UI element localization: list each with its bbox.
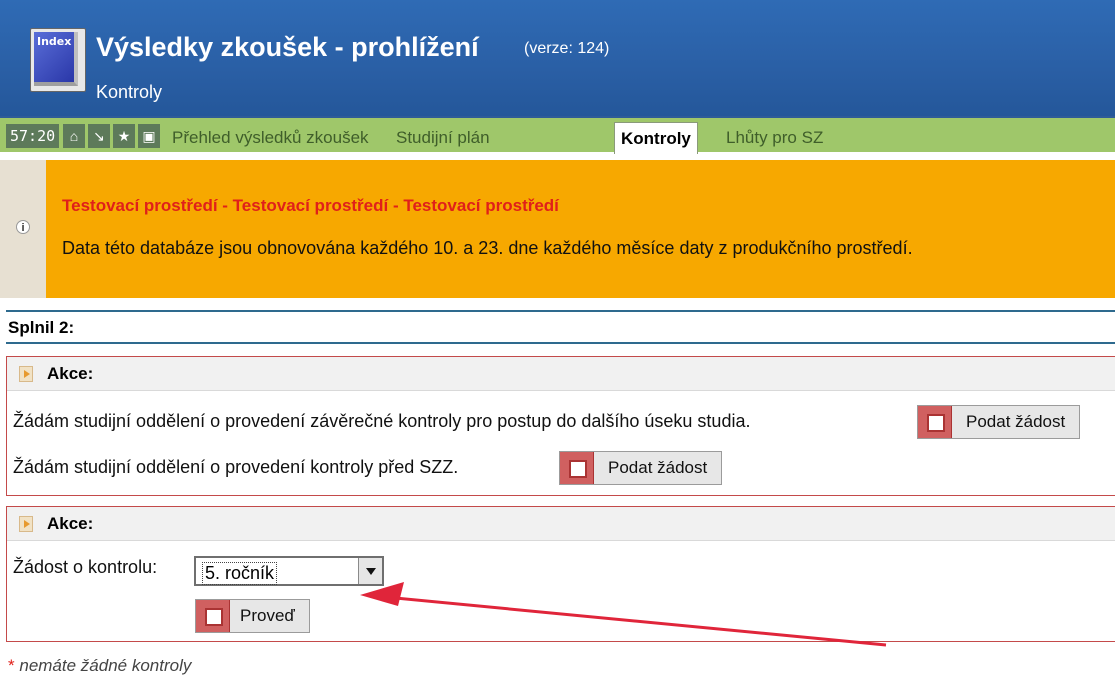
action-panel-2: Akce: Žádost o kontrolu: Proveď bbox=[6, 506, 1115, 642]
action-header: Akce: bbox=[7, 357, 1115, 391]
warning-banner: i Testovací prostředí - Testovací prostř… bbox=[0, 160, 1115, 298]
star-icon[interactable]: ★ bbox=[113, 124, 135, 148]
index-logo: Index bbox=[30, 28, 86, 92]
note-text: nemáte žádné kontroly bbox=[19, 656, 192, 675]
tab-kontroly[interactable]: Kontroly bbox=[614, 122, 698, 154]
chevron-down-icon[interactable] bbox=[358, 558, 382, 584]
action-title: Akce: bbox=[47, 364, 94, 383]
save-icon bbox=[918, 406, 952, 438]
warning-text: Data této databáze jsou obnovována každé… bbox=[62, 238, 913, 258]
header: Index Výsledky zkoušek - prohlížení (ver… bbox=[0, 0, 1115, 116]
execute-button[interactable]: Proveď bbox=[195, 599, 310, 633]
request-type-label: Žádost o kontrolu: bbox=[13, 557, 158, 577]
tab-studijni-plan[interactable]: Studijní plán bbox=[392, 124, 494, 152]
action-row-text: Žádám studijní oddělení o provedení kont… bbox=[13, 457, 459, 477]
info-icon: i bbox=[16, 220, 30, 234]
logo-text: Index bbox=[37, 35, 72, 48]
tab-prehled-vysledku[interactable]: Přehled výsledků zkoušek bbox=[168, 124, 373, 152]
required-star: * bbox=[8, 656, 15, 675]
play-arrow-icon bbox=[19, 366, 33, 382]
button-label: Podat žádost bbox=[608, 458, 708, 477]
submit-request-button[interactable]: Podat žádost bbox=[917, 405, 1081, 439]
page-title: Výsledky zkoušek - prohlížení bbox=[96, 32, 479, 62]
warning-title: Testovací prostředí - Testovací prostřed… bbox=[62, 196, 559, 215]
save-icon bbox=[560, 452, 594, 484]
action-title: Akce: bbox=[47, 514, 94, 533]
page-subtitle: Kontroly bbox=[96, 82, 163, 102]
no-checks-note: * nemáte žádné kontroly bbox=[8, 656, 191, 676]
navbar: 57:20 ⌂ ↘ ★ ▣ Přehled výsledků zkoušek S… bbox=[0, 116, 1115, 154]
save-icon bbox=[196, 600, 230, 632]
request-type-select[interactable]: 5. ročník bbox=[194, 556, 384, 586]
action-panel-1: Akce: Žádám studijní oddělení o proveden… bbox=[6, 356, 1115, 496]
button-label: Proveď bbox=[240, 606, 295, 625]
version-label: (verze: 124) bbox=[524, 40, 610, 57]
splnil-bar: Splnil 2: bbox=[6, 310, 1115, 344]
button-label: Podat žádost bbox=[966, 412, 1066, 431]
action-row-text: Žádám studijní oddělení o provedení závě… bbox=[13, 411, 751, 431]
tab-lhuty-pro-sz[interactable]: Lhůty pro SZ bbox=[722, 124, 827, 152]
action-header: Akce: bbox=[7, 507, 1115, 541]
save-icon[interactable]: ▣ bbox=[138, 124, 160, 148]
home-icon[interactable]: ⌂ bbox=[63, 124, 85, 148]
warning-sidebar: i bbox=[0, 160, 46, 298]
arrow-down-right-icon[interactable]: ↘ bbox=[88, 124, 110, 148]
splnil-label: Splnil 2: bbox=[8, 318, 75, 337]
session-timer: 57:20 bbox=[6, 124, 60, 148]
select-value: 5. ročník bbox=[202, 562, 278, 585]
submit-request-button[interactable]: Podat žádost bbox=[559, 451, 723, 485]
play-arrow-icon bbox=[19, 516, 33, 532]
